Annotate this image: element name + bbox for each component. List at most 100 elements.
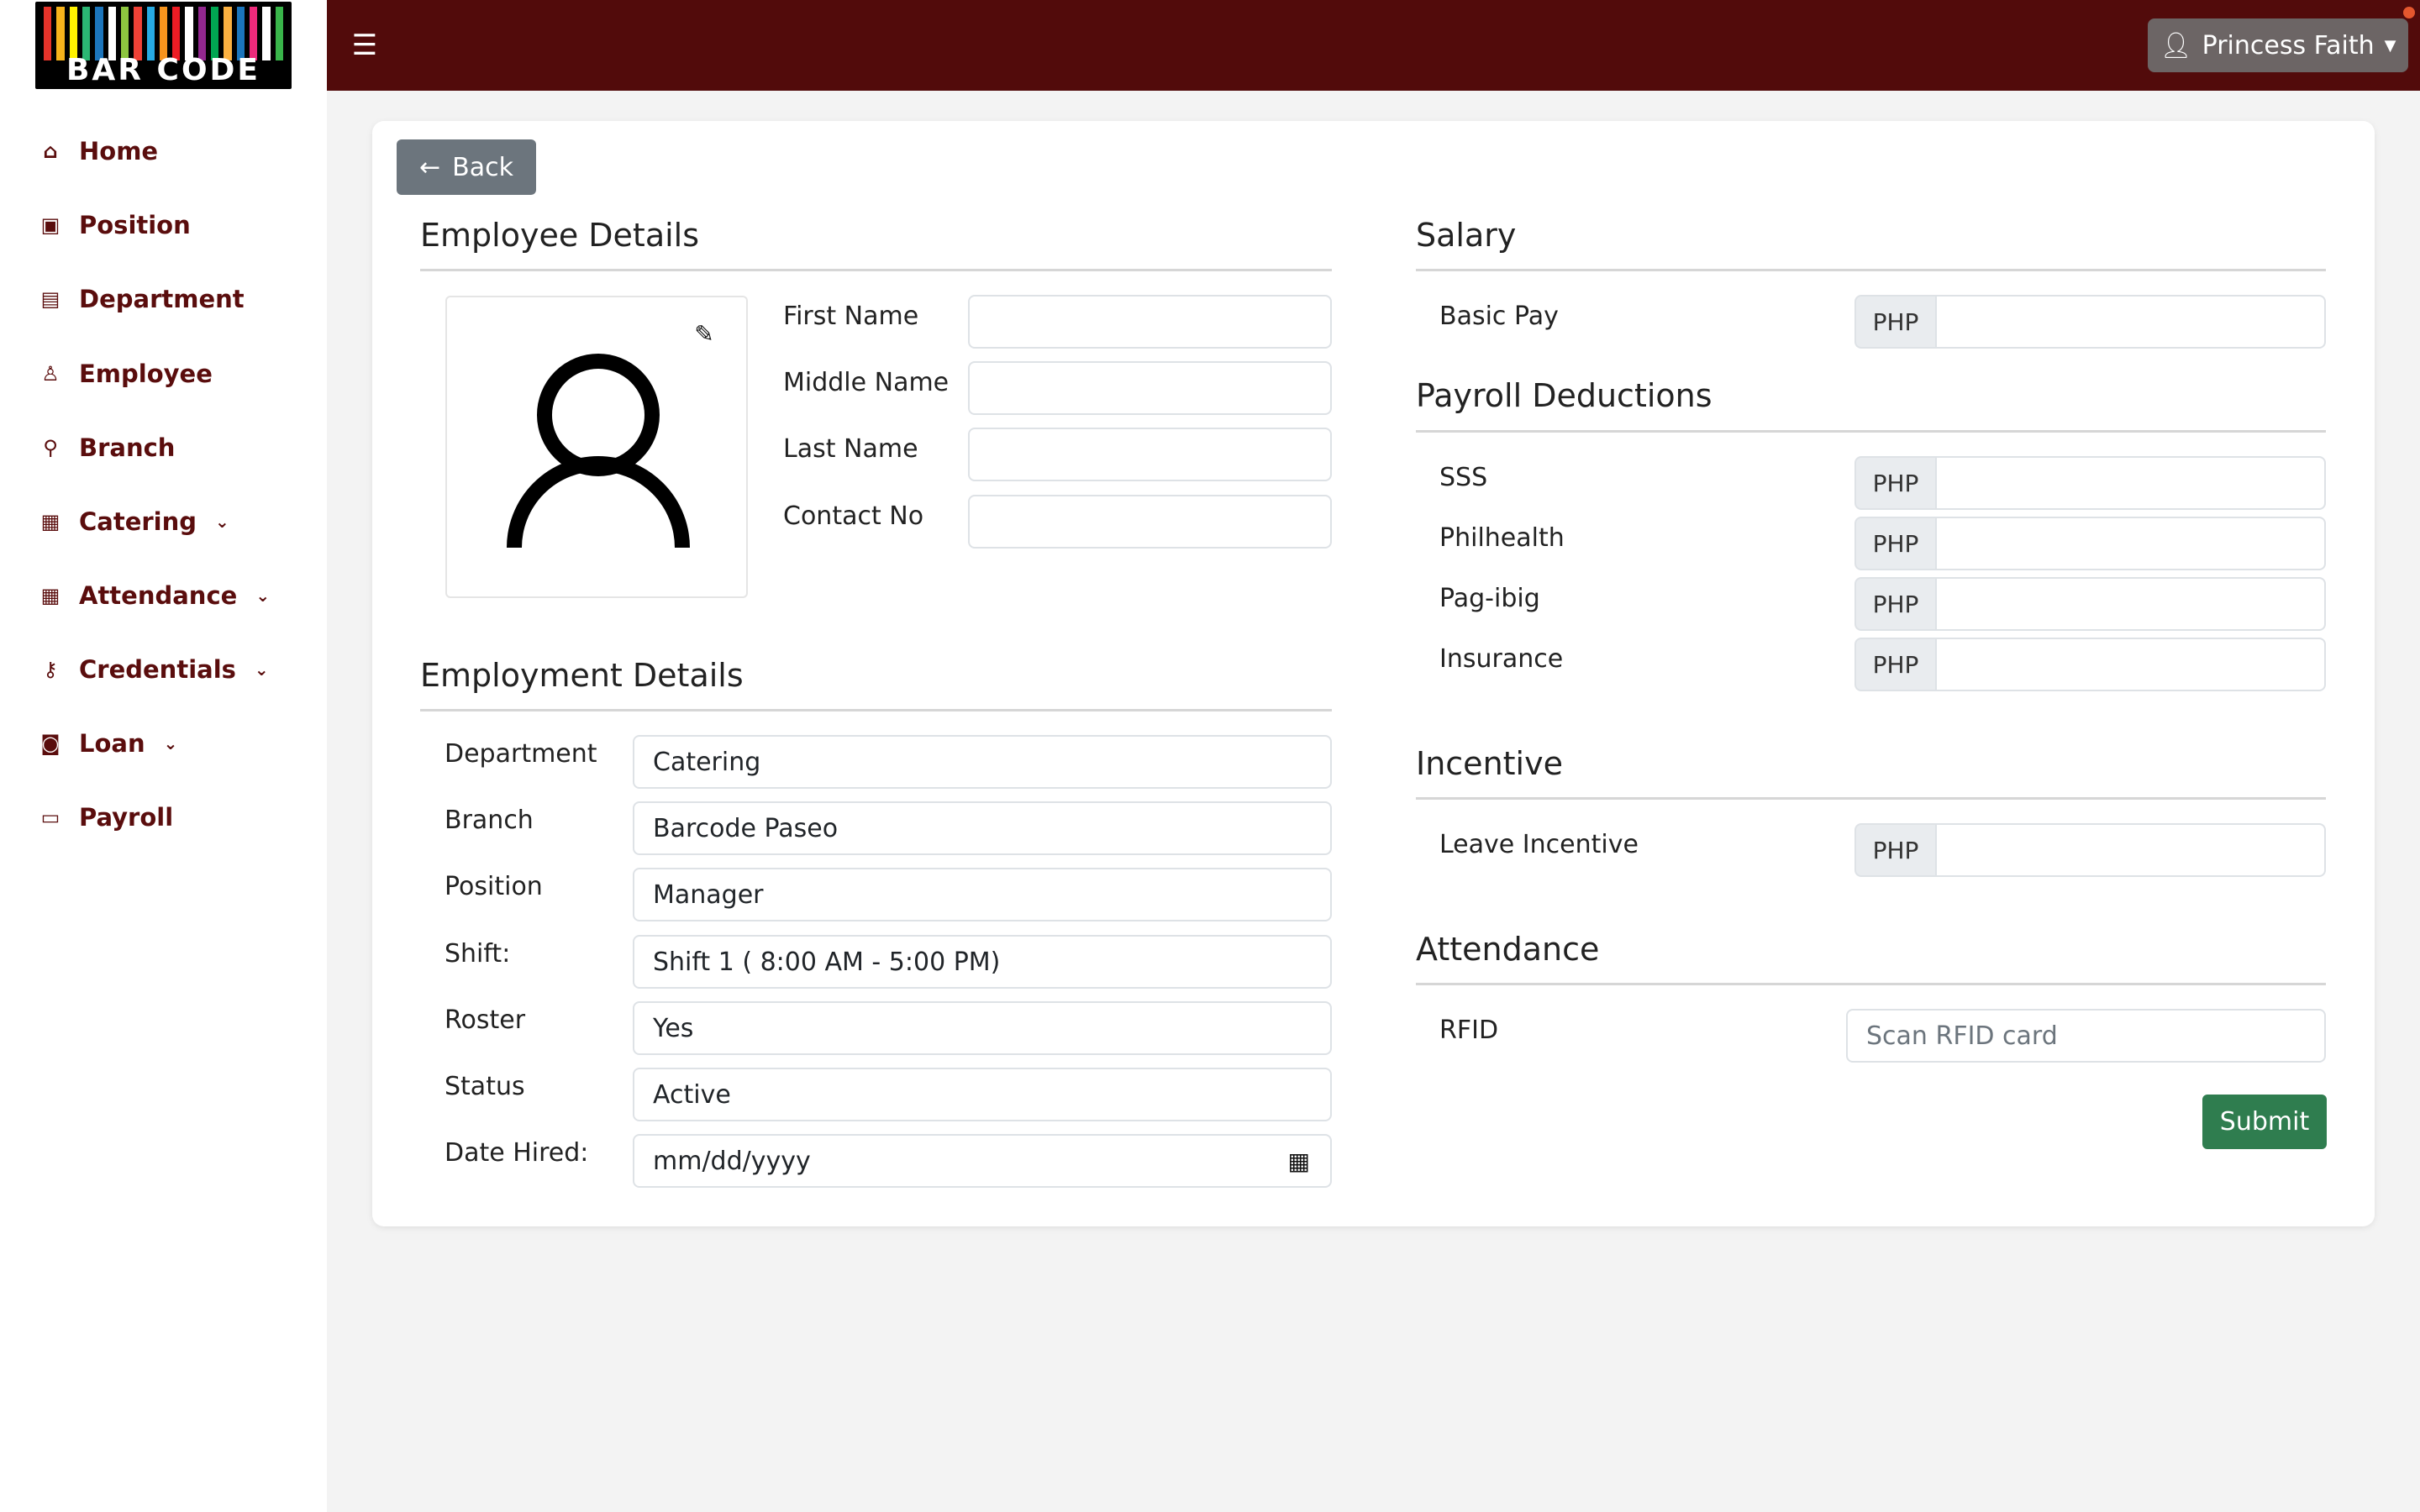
branch-select[interactable]: Barcode Paseo	[633, 801, 1332, 855]
sidebar-item-label: Branch	[79, 433, 176, 462]
middle-name-label: Middle Name	[783, 368, 950, 397]
sss-input[interactable]	[1935, 456, 2326, 510]
currency-prefix: PHP	[1854, 638, 1935, 691]
date-hired-label: Date Hired:	[445, 1138, 589, 1168]
salary-title: Salary	[1416, 217, 1517, 254]
first-name-field[interactable]	[968, 295, 1332, 349]
home-icon: ⌂	[43, 139, 58, 163]
edit-photo-icon[interactable]: ✎	[691, 321, 718, 348]
employment-details-title: Employment Details	[420, 657, 744, 694]
credit-card-icon: ▭	[40, 806, 60, 829]
divider	[420, 709, 1332, 711]
basic-pay-input[interactable]	[1935, 295, 2326, 349]
insurance-input[interactable]	[1935, 638, 2326, 691]
sidebar-item-attendance[interactable]: ▦ Attendance ⌄	[39, 575, 270, 617]
roster-label: Roster	[445, 1005, 526, 1035]
barcode-logo: BAR CODE	[35, 2, 292, 89]
status-label: Status	[445, 1072, 525, 1101]
divider	[1416, 983, 2326, 985]
contact-no-label: Contact No	[783, 501, 924, 531]
contact-no-field[interactable]	[968, 495, 1332, 549]
calendar-icon[interactable]: ▦	[1288, 1147, 1310, 1175]
divider	[1416, 269, 2326, 271]
sidebar-item-position[interactable]: ▣ Position	[39, 204, 191, 246]
department-label: Department	[445, 739, 597, 769]
sidebar-item-label: Payroll	[79, 803, 174, 832]
philhealth-input[interactable]	[1935, 517, 2326, 570]
divider	[1416, 430, 2326, 433]
basic-pay-label: Basic Pay	[1439, 302, 1559, 331]
badge-icon: ▣	[40, 213, 60, 237]
chevron-down-icon: ⌄	[255, 585, 271, 606]
sidebar-item-loan[interactable]: ◙ Loan ⌄	[39, 722, 177, 764]
last-name-label: Last Name	[783, 434, 918, 464]
sidebar-item-payroll[interactable]: ▭ Payroll	[39, 796, 174, 838]
sidebar-item-label: Catering	[79, 507, 197, 536]
sidebar-item-label: Home	[79, 137, 159, 165]
sidebar-item-department[interactable]: ▤ Department	[39, 278, 245, 320]
chevron-down-icon: ⌄	[254, 659, 269, 680]
journal-icon: ▦	[40, 510, 60, 533]
key-icon: ⚷	[43, 658, 58, 681]
rfid-label: RFID	[1439, 1016, 1499, 1045]
user-name: Princess Faith	[2202, 30, 2375, 60]
arrow-left-icon: ←	[419, 152, 441, 182]
first-name-label: First Name	[783, 302, 919, 331]
leave-incentive-input[interactable]	[1935, 823, 2326, 877]
sidebar-item-label: Position	[79, 211, 191, 239]
middle-name-field[interactable]	[968, 361, 1332, 415]
user-menu-button[interactable]: 👤︎ Princess Faith ▼	[2148, 18, 2408, 72]
position-select[interactable]: Manager	[633, 868, 1332, 921]
branch-icon: ⚲	[43, 436, 58, 459]
submit-button[interactable]: Submit	[2202, 1095, 2327, 1149]
leave-incentive-label: Leave Incentive	[1439, 830, 1639, 859]
back-label: Back	[452, 152, 513, 182]
date-hired-value: mm/dd/yyyy	[653, 1146, 811, 1176]
roster-select[interactable]: Yes	[633, 1001, 1332, 1055]
incentive-title: Incentive	[1416, 745, 1563, 782]
rfid-input[interactable]: Scan RFID card	[1846, 1009, 2326, 1063]
sidebar-item-label: Credentials	[79, 655, 236, 684]
cash-icon: ◙	[40, 732, 60, 755]
attendance-title: Attendance	[1416, 931, 1600, 968]
currency-prefix: PHP	[1854, 823, 1935, 877]
building-icon: ▤	[40, 287, 60, 311]
logo-container[interactable]: BAR CODE	[0, 0, 327, 91]
position-label: Position	[445, 872, 543, 901]
shift-select[interactable]: Shift 1 ( 8:00 AM - 5:00 PM)	[633, 935, 1332, 989]
last-name-field[interactable]	[968, 428, 1332, 481]
shift-label: Shift:	[445, 939, 511, 969]
person-icon: 👤︎	[2160, 30, 2192, 60]
insurance-label: Insurance	[1439, 644, 1564, 674]
sidebar-item-credentials[interactable]: ⚷ Credentials ⌄	[39, 648, 269, 690]
sidebar-item-label: Employee	[79, 360, 213, 388]
sidebar-item-label: Attendance	[79, 581, 238, 610]
sss-label: SSS	[1439, 463, 1488, 492]
list-icon[interactable]: ☰	[346, 27, 383, 64]
person-icon: ♙	[41, 362, 60, 386]
sidebar: ⌂ Home ▣ Position ▤ Department ♙ Employe…	[0, 91, 327, 1512]
sidebar-item-label: Department	[79, 285, 245, 313]
sidebar-item-employee[interactable]: ♙ Employee	[39, 353, 213, 395]
back-button[interactable]: ← Back	[397, 139, 536, 195]
pag-ibig-label: Pag-ibig	[1439, 584, 1540, 613]
currency-prefix: PHP	[1854, 456, 1935, 510]
logo-text: BAR CODE	[66, 53, 261, 87]
chevron-down-icon: ⌄	[163, 733, 178, 753]
sidebar-item-branch[interactable]: ⚲ Branch	[39, 427, 175, 469]
date-hired-input[interactable]: mm/dd/yyyy ▦	[633, 1134, 1332, 1188]
sidebar-item-home[interactable]: ⌂ Home	[39, 130, 158, 172]
payroll-deductions-title: Payroll Deductions	[1416, 377, 1712, 414]
department-select[interactable]: Catering	[633, 735, 1332, 789]
currency-prefix: PHP	[1854, 577, 1935, 631]
divider	[1416, 797, 2326, 800]
notification-dot	[2403, 7, 2415, 18]
status-select[interactable]: Active	[633, 1068, 1332, 1121]
divider	[420, 269, 1332, 271]
chevron-down-icon: ⌄	[215, 512, 229, 532]
pag-ibig-input[interactable]	[1935, 577, 2326, 631]
sidebar-item-catering[interactable]: ▦ Catering ⌄	[39, 501, 229, 543]
caret-down-icon: ▼	[2384, 36, 2396, 55]
currency-prefix: PHP	[1854, 295, 1935, 349]
calendar-icon: ▦	[40, 584, 60, 607]
